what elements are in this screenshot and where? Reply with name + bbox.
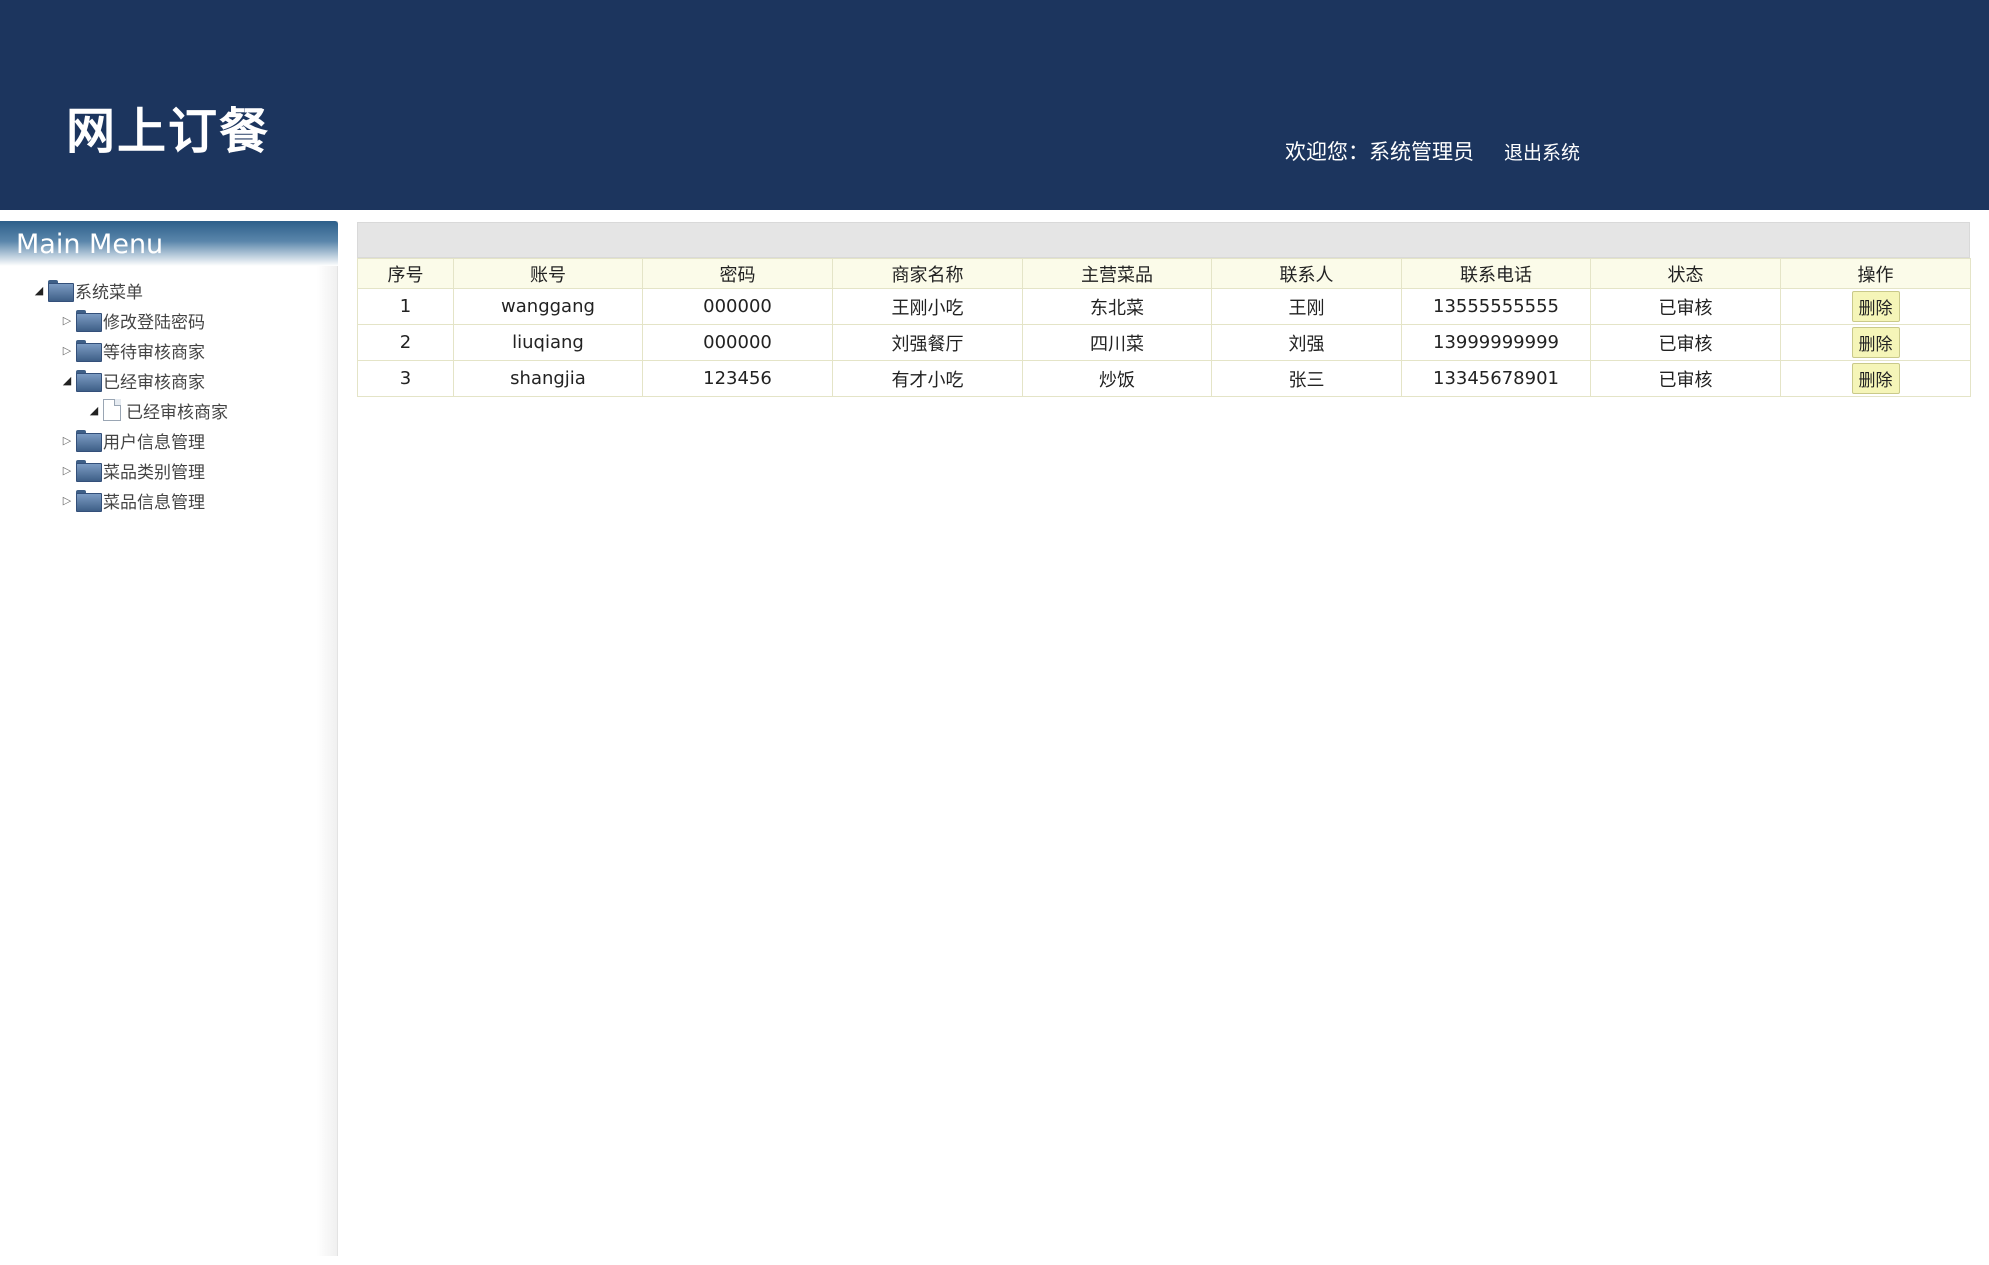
cell-password: 000000 — [642, 288, 833, 325]
cell-account: wanggang — [453, 288, 643, 325]
cell-main-dish: 东北菜 — [1022, 288, 1212, 325]
cell-merchant-name: 王刚小吃 — [832, 288, 1023, 325]
file-icon — [103, 399, 121, 421]
table-row: 1 wanggang 000000 王刚小吃 东北菜 王刚 1355555555… — [357, 288, 1971, 325]
tree-item-pending-merchants[interactable]: ▷ 等待审核商家 — [58, 336, 205, 364]
grid-toolbar — [357, 222, 1970, 258]
cell-status: 已审核 — [1590, 324, 1781, 361]
top-header: 网上订餐 欢迎您：系统管理员 退出系统 — [0, 0, 1989, 210]
folder-icon — [76, 340, 102, 362]
tree-node-label: 修改登陆密码 — [103, 312, 205, 333]
tree-item-dish-info-management[interactable]: ▷ 菜品信息管理 — [58, 486, 205, 514]
cell-password: 123456 — [642, 360, 833, 397]
cell-account: shangjia — [453, 360, 643, 397]
column-header: 密码 — [642, 258, 833, 289]
column-header: 联系电话 — [1401, 258, 1591, 289]
folder-icon — [76, 310, 102, 332]
cell-actions: 删除 — [1780, 288, 1971, 325]
column-header: 联系人 — [1211, 258, 1402, 289]
tree-node-label: 系统菜单 — [75, 282, 143, 303]
delete-button[interactable]: 删除 — [1851, 291, 1900, 322]
tree-node-label: 菜品类别管理 — [103, 462, 205, 483]
tree-root-system-menu[interactable]: ◢ 系统菜单 — [30, 276, 143, 304]
tree-item-approved-merchants[interactable]: ◢ 已经审核商家 — [58, 366, 205, 394]
tree-item-dish-category-management[interactable]: ▷ 菜品类别管理 — [58, 456, 205, 484]
collapsed-arrow-icon[interactable]: ▷ — [58, 494, 76, 507]
main-content: 序号 账号 密码 商家名称 主营菜品 联系人 联系电话 状态 操作 1 wang… — [357, 222, 1971, 397]
tree-item-user-management[interactable]: ▷ 用户信息管理 — [58, 426, 205, 454]
cell-phone: 13345678901 — [1401, 360, 1591, 397]
column-header: 状态 — [1590, 258, 1781, 289]
column-header: 商家名称 — [832, 258, 1023, 289]
column-header: 账号 — [453, 258, 643, 289]
cell-contact: 张三 — [1211, 360, 1402, 397]
cell-phone: 13555555555 — [1401, 288, 1591, 325]
expanded-arrow-icon[interactable]: ◢ — [30, 284, 48, 297]
cell-contact: 刘强 — [1211, 324, 1402, 361]
tree-node-label: 等待审核商家 — [103, 342, 205, 363]
tree-node-label: 菜品信息管理 — [103, 492, 205, 513]
table-row: 3 shangjia 123456 有才小吃 炒饭 张三 13345678901… — [357, 360, 1971, 397]
column-header: 操作 — [1780, 258, 1971, 289]
cell-actions: 删除 — [1780, 324, 1971, 361]
expanded-arrow-icon: ◢ — [89, 403, 99, 417]
welcome-text: 欢迎您：系统管理员 — [1285, 140, 1474, 164]
folder-icon — [76, 370, 102, 392]
cell-contact: 王刚 — [1211, 288, 1402, 325]
cell-phone: 13999999999 — [1401, 324, 1591, 361]
delete-button[interactable]: 删除 — [1851, 327, 1900, 358]
column-header: 序号 — [357, 258, 454, 289]
table-header-row: 序号 账号 密码 商家名称 主营菜品 联系人 联系电话 状态 操作 — [357, 258, 1971, 289]
cell-main-dish: 炒饭 — [1022, 360, 1212, 397]
cell-status: 已审核 — [1590, 288, 1781, 325]
cell-account: liuqiang — [453, 324, 643, 361]
cell-merchant-name: 有才小吃 — [832, 360, 1023, 397]
collapsed-arrow-icon[interactable]: ▷ — [58, 344, 76, 357]
delete-button[interactable]: 删除 — [1851, 363, 1900, 394]
tree-node-label: 已经审核商家 — [126, 402, 228, 423]
merchant-table: 序号 账号 密码 商家名称 主营菜品 联系人 联系电话 状态 操作 1 wang… — [357, 258, 1971, 397]
collapsed-arrow-icon[interactable]: ▷ — [58, 314, 76, 327]
folder-icon — [76, 460, 102, 482]
sidebar-title: Main Menu — [0, 221, 338, 266]
expanded-arrow-icon[interactable]: ◢ — [58, 374, 76, 387]
column-header: 主营菜品 — [1022, 258, 1212, 289]
folder-icon — [48, 280, 74, 302]
cell-status: 已审核 — [1590, 360, 1781, 397]
logout-link[interactable]: 退出系统 — [1504, 138, 1580, 165]
cell-main-dish: 四川菜 — [1022, 324, 1212, 361]
cell-password: 000000 — [642, 324, 833, 361]
folder-icon — [76, 490, 102, 512]
cell-actions: 删除 — [1780, 360, 1971, 397]
folder-icon — [76, 430, 102, 452]
cell-index: 3 — [357, 360, 454, 397]
site-title: 网上订餐 — [66, 103, 271, 160]
cell-index: 1 — [357, 288, 454, 325]
tree-node-label: 用户信息管理 — [103, 432, 205, 453]
tree-node-label: 已经审核商家 — [103, 372, 205, 393]
table-row: 2 liuqiang 000000 刘强餐厅 四川菜 刘强 1399999999… — [357, 324, 1971, 361]
cell-index: 2 — [357, 324, 454, 361]
collapsed-arrow-icon[interactable]: ▷ — [58, 464, 76, 477]
tree-leaf-approved-merchants[interactable]: ◢ 已经审核商家 — [85, 396, 228, 424]
sidebar: Main Menu ◢ 系统菜单 ▷ 修改登陆密码 ▷ 等待审核商家 ◢ 已经审… — [0, 221, 338, 1256]
tree-item-change-password[interactable]: ▷ 修改登陆密码 — [58, 306, 205, 334]
collapsed-arrow-icon[interactable]: ▷ — [58, 434, 76, 447]
cell-merchant-name: 刘强餐厅 — [832, 324, 1023, 361]
